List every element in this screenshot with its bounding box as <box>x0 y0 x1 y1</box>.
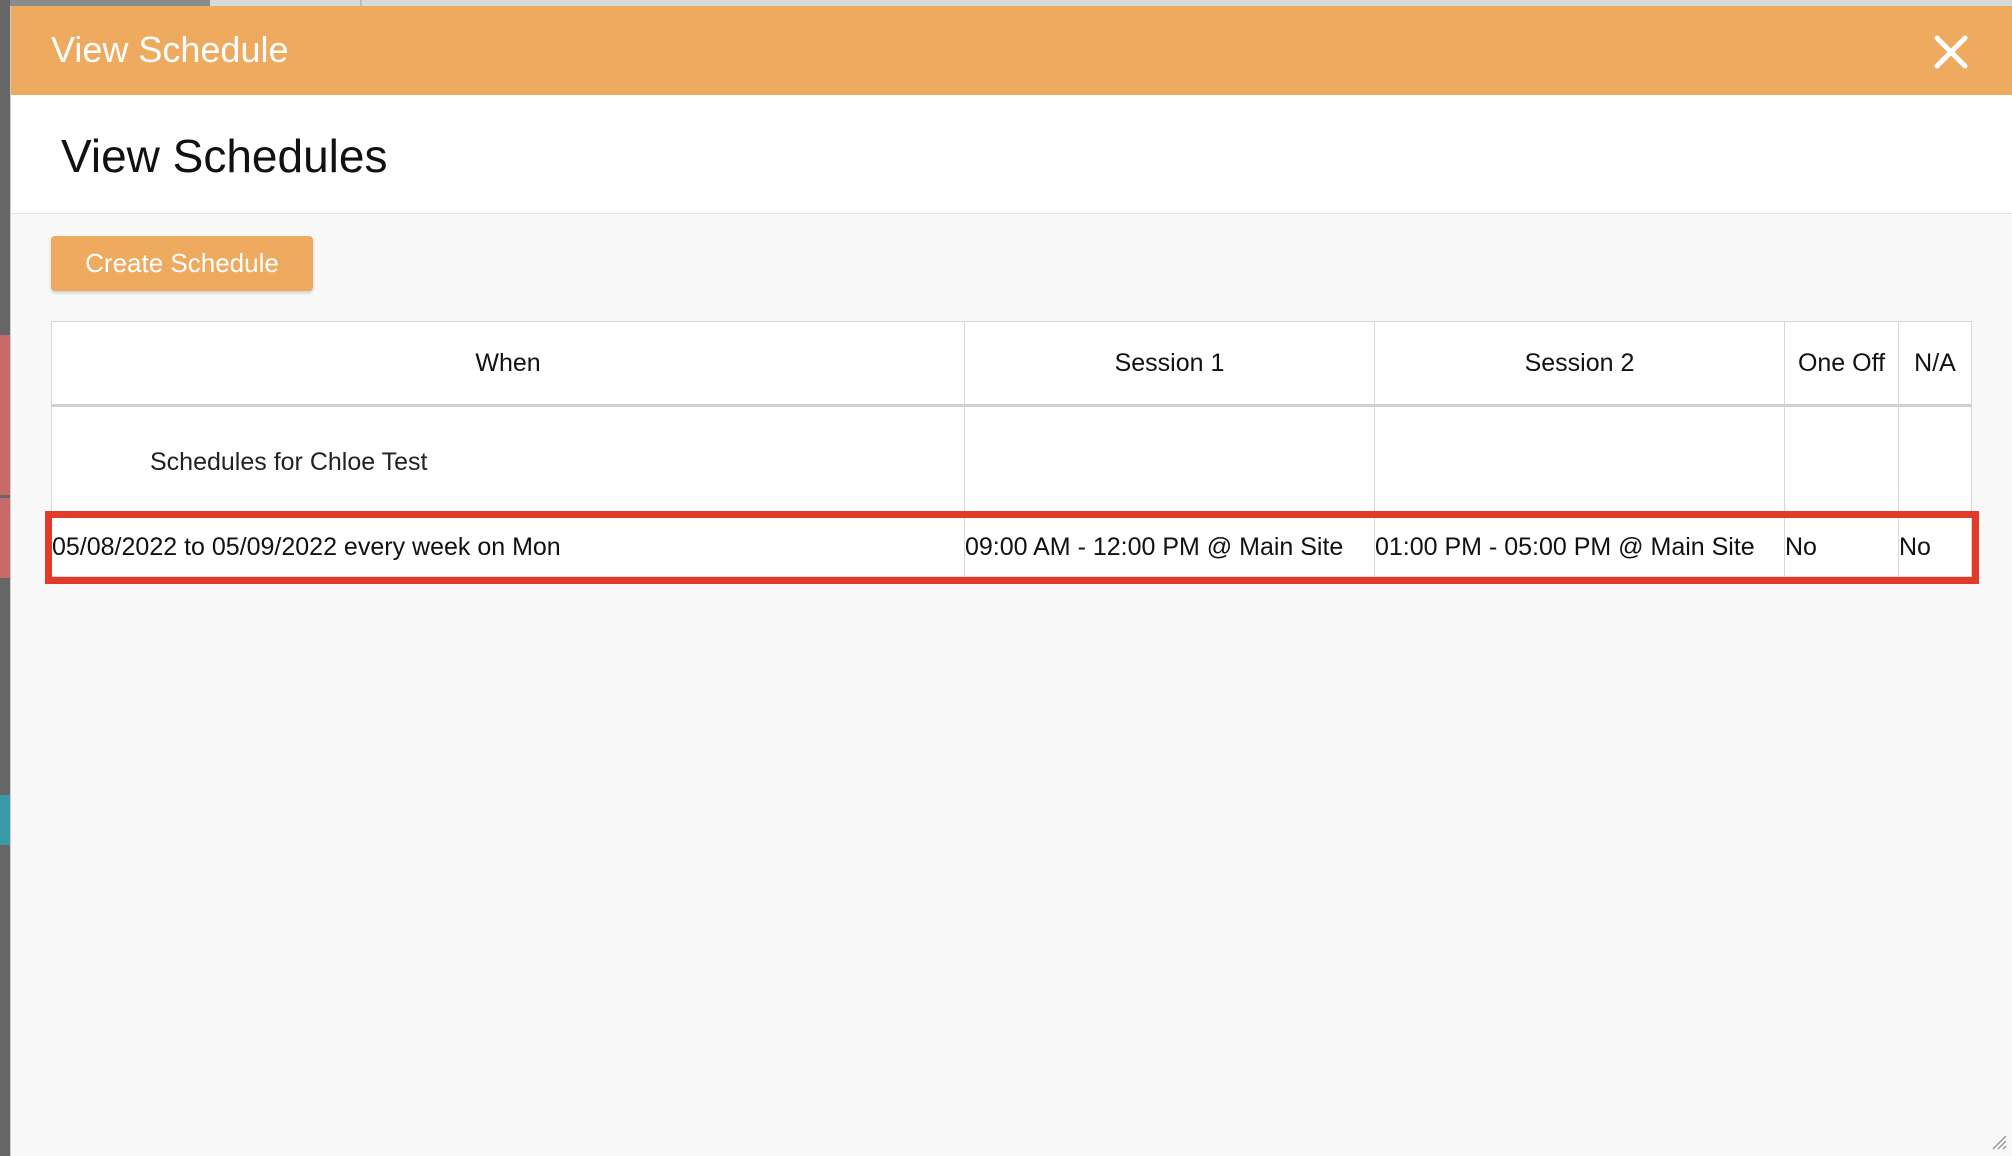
cell-na: No <box>1898 517 1972 577</box>
column-header-when[interactable]: When <box>51 321 965 407</box>
column-header-one-off-label: One Off <box>1797 349 1886 377</box>
create-schedule-button[interactable]: Create Schedule <box>51 236 313 291</box>
table-cell <box>1374 405 1785 518</box>
table-row[interactable]: 05/08/2022 to 05/09/2022 every week on M… <box>44 510 1979 584</box>
close-button[interactable] <box>1929 30 1973 74</box>
table-caption: Schedules for Chloe Test <box>150 447 428 476</box>
column-header-na[interactable]: N/A <box>1898 321 1972 407</box>
background-block <box>0 498 10 578</box>
table-header-row: When Session 1 Session 2 One Off N/A <box>51 321 1972 407</box>
table-cell <box>1898 405 1972 518</box>
background-block <box>0 415 10 495</box>
table-cell <box>1784 405 1899 518</box>
view-schedule-dialog: View Schedule View Schedules Create Sche… <box>10 6 2012 1156</box>
cell-session-2: 01:00 PM - 05:00 PM @ Main Site <box>1374 517 1785 577</box>
schedule-table: When Session 1 Session 2 One Off N/A Sch… <box>44 321 1979 584</box>
column-header-one-off[interactable]: One Off <box>1784 321 1899 407</box>
column-header-session-1[interactable]: Session 1 <box>964 321 1375 407</box>
resize-grip-icon[interactable] <box>1991 1134 2007 1150</box>
page-heading-bar: View Schedules <box>11 95 2012 214</box>
table-caption-cell: Schedules for Chloe Test <box>51 405 965 518</box>
column-header-session-2[interactable]: Session 2 <box>1374 321 1785 407</box>
dialog-title: View Schedule <box>51 29 289 70</box>
table-cell <box>964 405 1375 518</box>
page-title: View Schedules <box>61 130 388 182</box>
cell-one-off: No <box>1784 517 1899 577</box>
cell-session-1: 09:00 AM - 12:00 PM @ Main Site <box>964 517 1375 577</box>
cell-when: 05/08/2022 to 05/09/2022 every week on M… <box>51 517 965 577</box>
close-icon <box>1934 35 1968 69</box>
background-block <box>0 335 10 415</box>
background-block <box>0 795 10 845</box>
dialog-header: View Schedule <box>11 6 2012 95</box>
table-caption-row: Schedules for Chloe Test <box>51 405 1972 518</box>
background-page <box>0 0 10 1156</box>
